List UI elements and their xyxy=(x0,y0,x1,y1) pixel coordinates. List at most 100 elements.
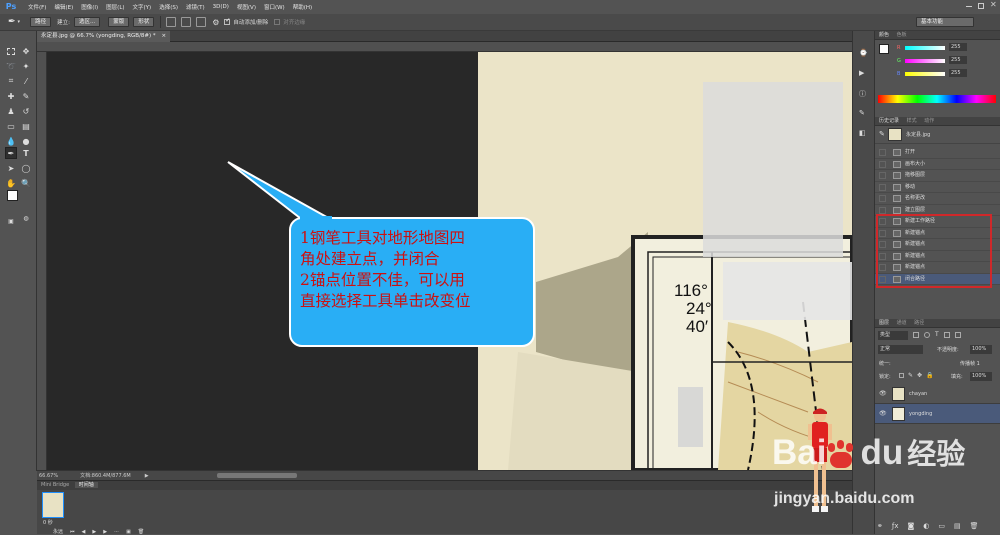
menu-edit[interactable]: 编辑(E) xyxy=(54,3,73,11)
history-item[interactable]: 移动 xyxy=(875,182,1000,193)
shape-button[interactable]: 形状 xyxy=(133,17,155,27)
gradient-tool-icon[interactable]: ▤ xyxy=(20,120,32,132)
pen-tool-button[interactable]: ✒ xyxy=(5,147,17,159)
swatches-panel-icon[interactable]: ◧ xyxy=(859,129,866,137)
magic-wand-tool-icon[interactable]: ✦ xyxy=(20,60,32,72)
lock-pixels-icon[interactable]: ✎ xyxy=(908,373,913,379)
path-selection-tool-icon[interactable]: ➤ xyxy=(5,162,17,174)
status-arrow-icon[interactable]: ▶ xyxy=(145,473,149,479)
type-filter-icon[interactable]: T xyxy=(935,332,939,338)
foreground-color-swatch[interactable] xyxy=(7,190,18,201)
visibility-eye-icon[interactable]: 👁 xyxy=(879,410,887,417)
tab-paths[interactable]: 路径 xyxy=(914,320,924,326)
fill-value[interactable]: 100% xyxy=(970,372,992,381)
ellipse-tool-icon[interactable]: ◯ xyxy=(20,162,32,174)
blur-tool-icon[interactable]: 💧 xyxy=(5,135,17,147)
menu-view[interactable]: 视图(V) xyxy=(237,3,256,11)
mode-select[interactable]: 路径 xyxy=(30,17,52,27)
history-item[interactable]: 名称更改 xyxy=(875,193,1000,205)
move-tool-icon[interactable]: ✥ xyxy=(20,45,32,57)
color-spectrum[interactable] xyxy=(878,95,996,103)
tab-close-icon[interactable]: × xyxy=(161,33,166,39)
maximize-icon[interactable] xyxy=(978,3,984,9)
layer-kind-filter[interactable]: 类型 xyxy=(878,331,908,340)
smart-filter-icon[interactable] xyxy=(954,332,961,338)
tab-layers[interactable]: 图层 xyxy=(879,320,889,326)
screen-mode-icon[interactable]: ▣ xyxy=(5,215,17,227)
g-slider[interactable] xyxy=(905,59,945,63)
horizontal-scrollbar[interactable] xyxy=(217,473,297,478)
pixel-filter-icon[interactable] xyxy=(913,332,919,338)
close-icon[interactable]: ✕ xyxy=(990,0,997,9)
history-snapshot[interactable]: ✎ 永定县.jpg xyxy=(875,126,1000,144)
menu-image[interactable]: 图像(I) xyxy=(81,3,98,11)
history-item[interactable]: 拖移图层 xyxy=(875,170,1000,182)
eraser-tool-icon[interactable]: ▭ xyxy=(5,120,17,132)
shape-filter-icon[interactable] xyxy=(943,332,950,338)
auto-add-delete-checkbox[interactable]: ✓ xyxy=(224,17,230,25)
clone-stamp-tool-icon[interactable]: ♟ xyxy=(5,105,17,117)
gear-icon[interactable]: ⚙ xyxy=(212,18,219,27)
healing-brush-tool-icon[interactable]: ✚ xyxy=(5,90,17,102)
lock-all-icon[interactable]: 🔒 xyxy=(926,373,933,379)
lock-position-icon[interactable]: ✥ xyxy=(917,373,922,379)
quick-mask-icon[interactable]: ◍ xyxy=(20,212,32,224)
r-value[interactable]: 255 xyxy=(949,43,967,51)
menu-help[interactable]: 帮助(H) xyxy=(293,3,312,11)
lasso-tool-icon[interactable]: ➰ xyxy=(5,60,17,72)
path-operations-icon[interactable] xyxy=(166,17,177,27)
menu-window[interactable]: 窗口(W) xyxy=(264,3,285,11)
crop-tool-icon[interactable]: ⌗ xyxy=(5,75,17,87)
path-alignment-icon[interactable] xyxy=(181,17,192,27)
mask-button[interactable]: 蒙版 xyxy=(108,17,130,27)
properties-panel-icon[interactable]: ⓘ xyxy=(859,89,866,99)
marquee-tool-icon[interactable] xyxy=(5,45,17,57)
history-item[interactable]: 打开 xyxy=(875,147,1000,159)
tab-timeline[interactable]: 时间轴 xyxy=(74,482,98,488)
pen-tool-icon[interactable]: ✒ xyxy=(8,17,16,27)
path-arrangement-icon[interactable] xyxy=(196,17,207,27)
opacity-value[interactable]: 100% xyxy=(970,345,992,354)
frame-delay[interactable]: 0 秒 xyxy=(43,519,53,526)
eyedropper-tool-icon[interactable]: ⁄ xyxy=(20,75,32,87)
g-value[interactable]: 255 xyxy=(949,56,967,64)
align-edges-checkbox[interactable] xyxy=(274,19,281,25)
brush-tool-icon[interactable]: ✎ xyxy=(20,90,32,102)
history-item[interactable]: 画布大小 xyxy=(875,159,1000,170)
tab-actions[interactable]: 动作 xyxy=(924,118,934,124)
document-tab[interactable]: 永定县.jpg @ 66.7% (yongding, RGB/8#) * × xyxy=(37,31,171,42)
menu-filter[interactable]: 滤镜(T) xyxy=(186,3,205,11)
layer-row[interactable]: 👁 chayan xyxy=(875,384,1000,404)
minimize-icon[interactable] xyxy=(966,6,972,7)
actions-panel-icon[interactable]: ▶ xyxy=(859,69,864,77)
zoom-level[interactable]: 66.67% xyxy=(39,473,58,479)
b-slider[interactable] xyxy=(905,72,945,76)
tab-history[interactable]: 历史记录 xyxy=(879,118,899,124)
history-panel-icon[interactable]: ⌚ xyxy=(859,49,868,57)
menu-layer[interactable]: 图层(L) xyxy=(106,3,124,11)
window-controls[interactable]: ✕ xyxy=(966,0,997,11)
adjustment-filter-icon[interactable] xyxy=(924,332,930,338)
frame-thumbnail[interactable] xyxy=(42,492,64,518)
color-fg-swatch[interactable] xyxy=(879,44,889,54)
history-brush-tool-icon[interactable]: ↺ xyxy=(20,105,32,117)
tab-styles[interactable]: 样式 xyxy=(907,118,917,124)
menu-3d[interactable]: 3D(D) xyxy=(213,4,229,10)
selection-button[interactable]: 选区... xyxy=(73,17,101,27)
brush-panel-icon[interactable]: ✎ xyxy=(859,109,865,117)
menu-select[interactable]: 选择(S) xyxy=(159,3,178,11)
zoom-tool-icon[interactable]: 🔍 xyxy=(20,177,32,189)
menu-type[interactable]: 文字(Y) xyxy=(133,3,152,11)
b-value[interactable]: 255 xyxy=(949,69,967,77)
tab-channels[interactable]: 通道 xyxy=(897,320,907,326)
type-tool-icon[interactable]: T xyxy=(20,147,32,159)
blend-mode-select[interactable]: 正常 xyxy=(878,345,923,354)
hand-tool-icon[interactable]: ✋ xyxy=(5,177,17,189)
tab-mini-bridge[interactable]: Mini Bridge xyxy=(37,482,73,488)
tab-color[interactable]: 颜色 xyxy=(879,32,889,38)
visibility-eye-icon[interactable]: 👁 xyxy=(879,390,887,397)
dodge-tool-icon[interactable]: ● xyxy=(20,135,32,147)
lock-transparent-icon[interactable] xyxy=(899,373,904,378)
r-slider[interactable] xyxy=(905,46,945,50)
menu-file[interactable]: 文件(F) xyxy=(28,3,46,11)
